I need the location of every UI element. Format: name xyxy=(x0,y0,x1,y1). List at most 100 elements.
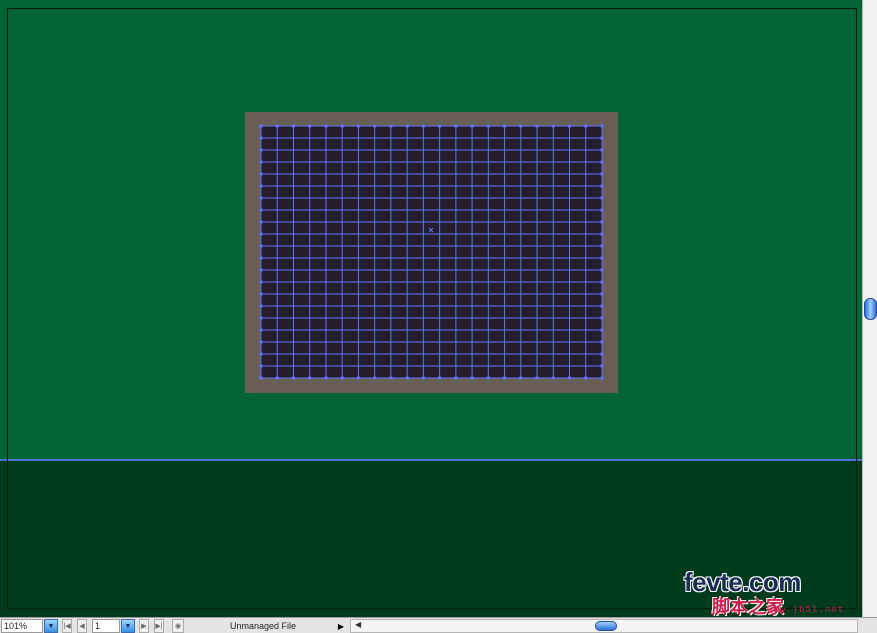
anchor-point xyxy=(340,124,344,128)
anchor-point xyxy=(259,304,263,308)
page-number-field[interactable]: 1 xyxy=(92,619,120,633)
anchor-point xyxy=(600,364,604,368)
horizontal-scroll-thumb[interactable] xyxy=(595,621,617,631)
vertical-scroll-thumb[interactable] xyxy=(864,298,877,320)
anchor-point xyxy=(259,256,263,260)
last-page-icon: ▶| xyxy=(155,623,163,630)
anchor-point xyxy=(259,184,263,188)
anchor-point xyxy=(389,124,393,128)
vertical-scrollbar[interactable] xyxy=(862,0,877,617)
zoom-dropdown-button[interactable]: ▼ xyxy=(44,619,58,633)
chevron-down-icon: ▼ xyxy=(124,622,132,630)
anchor-point xyxy=(584,376,588,380)
anchor-point xyxy=(503,376,507,380)
zoom-level-field[interactable]: 101% xyxy=(1,619,43,633)
watermark-url-text: www.jb51.net xyxy=(766,605,844,615)
anchor-point xyxy=(373,124,377,128)
first-page-button[interactable]: |◀ xyxy=(62,619,72,633)
anchor-point xyxy=(600,148,604,152)
status-text: Unmanaged File xyxy=(229,621,297,631)
anchor-point xyxy=(600,256,604,260)
anchor-point xyxy=(259,208,263,212)
anchor-point xyxy=(324,124,328,128)
anchor-point xyxy=(275,124,279,128)
previous-page-icon: ◀ xyxy=(79,623,85,630)
anchor-point xyxy=(600,172,604,176)
anchor-point xyxy=(373,376,377,380)
anchor-point xyxy=(259,376,263,380)
anchor-point xyxy=(600,304,604,308)
anchor-point xyxy=(551,124,555,128)
anchor-point xyxy=(259,364,263,368)
anchor-point xyxy=(600,196,604,200)
status-bar: 101% ▼ |◀ ◀ 1 ▼ ▶ ▶| ◉ Unmanaged File ▶ … xyxy=(0,617,877,633)
anchor-point xyxy=(308,376,312,380)
anchor-point xyxy=(600,160,604,164)
anchor-point xyxy=(535,376,539,380)
next-page-button[interactable]: ▶ xyxy=(139,619,149,633)
anchor-point xyxy=(291,124,295,128)
anchor-point xyxy=(340,376,344,380)
anchor-point xyxy=(308,124,312,128)
first-page-icon: |◀ xyxy=(63,623,71,630)
anchor-point xyxy=(259,292,263,296)
anchor-point xyxy=(600,328,604,332)
anchor-point xyxy=(438,124,442,128)
anchor-point xyxy=(291,376,295,380)
anchor-point xyxy=(259,316,263,320)
anchor-point xyxy=(259,196,263,200)
anchor-point xyxy=(600,280,604,284)
status-menu[interactable]: Unmanaged File xyxy=(188,619,338,633)
anchor-point xyxy=(600,268,604,272)
version-cue-button[interactable]: ◉ xyxy=(172,619,184,633)
anchor-point xyxy=(259,124,263,128)
triangle-right-icon: ▶ xyxy=(337,621,345,631)
gray-frame-rectangle[interactable] xyxy=(245,112,618,393)
next-page-icon: ▶ xyxy=(141,623,147,630)
anchor-point xyxy=(551,376,555,380)
scroll-left-arrow-icon[interactable]: ◀ xyxy=(355,620,361,629)
anchor-point xyxy=(259,268,263,272)
anchor-point xyxy=(600,232,604,236)
anchor-point xyxy=(600,352,604,356)
anchor-point xyxy=(535,124,539,128)
anchor-point xyxy=(259,328,263,332)
anchor-point xyxy=(259,172,263,176)
page-number-value: 1 xyxy=(95,621,101,631)
watermark-logo: fevte.com 脚本之家 www.jb51.net xyxy=(684,567,844,617)
anchor-point xyxy=(259,136,263,140)
anchor-point xyxy=(259,352,263,356)
anchor-point xyxy=(470,124,474,128)
anchor-point xyxy=(486,124,490,128)
version-cue-icon: ◉ xyxy=(174,623,182,630)
page-dropdown-button[interactable]: ▼ xyxy=(121,619,135,633)
anchor-point xyxy=(600,316,604,320)
anchor-point xyxy=(568,124,572,128)
anchor-point xyxy=(454,124,458,128)
anchor-point xyxy=(259,280,263,284)
anchor-point xyxy=(421,376,425,380)
anchor-point xyxy=(356,376,360,380)
anchor-point xyxy=(519,376,523,380)
chevron-down-icon: ▼ xyxy=(47,622,55,630)
anchor-point xyxy=(259,232,263,236)
horizontal-scrollbar[interactable]: ◀ xyxy=(350,619,858,633)
anchor-point xyxy=(600,136,604,140)
previous-page-button[interactable]: ◀ xyxy=(77,619,87,633)
selected-grid-object[interactable] xyxy=(245,112,618,393)
anchor-point xyxy=(438,376,442,380)
anchor-point xyxy=(600,124,604,128)
anchor-point xyxy=(259,148,263,152)
anchor-point xyxy=(421,124,425,128)
anchor-point xyxy=(324,376,328,380)
anchor-point xyxy=(454,376,458,380)
anchor-point xyxy=(405,376,409,380)
status-menu-arrow[interactable]: ▶ xyxy=(337,619,345,633)
anchor-point xyxy=(600,340,604,344)
last-page-button[interactable]: ▶| xyxy=(154,619,164,633)
zoom-level-value: 101% xyxy=(4,621,28,631)
artboard-canvas[interactable]: fevte.com 脚本之家 www.jb51.net xyxy=(0,0,862,617)
anchor-point xyxy=(356,124,360,128)
anchor-point xyxy=(568,376,572,380)
anchor-point xyxy=(600,292,604,296)
